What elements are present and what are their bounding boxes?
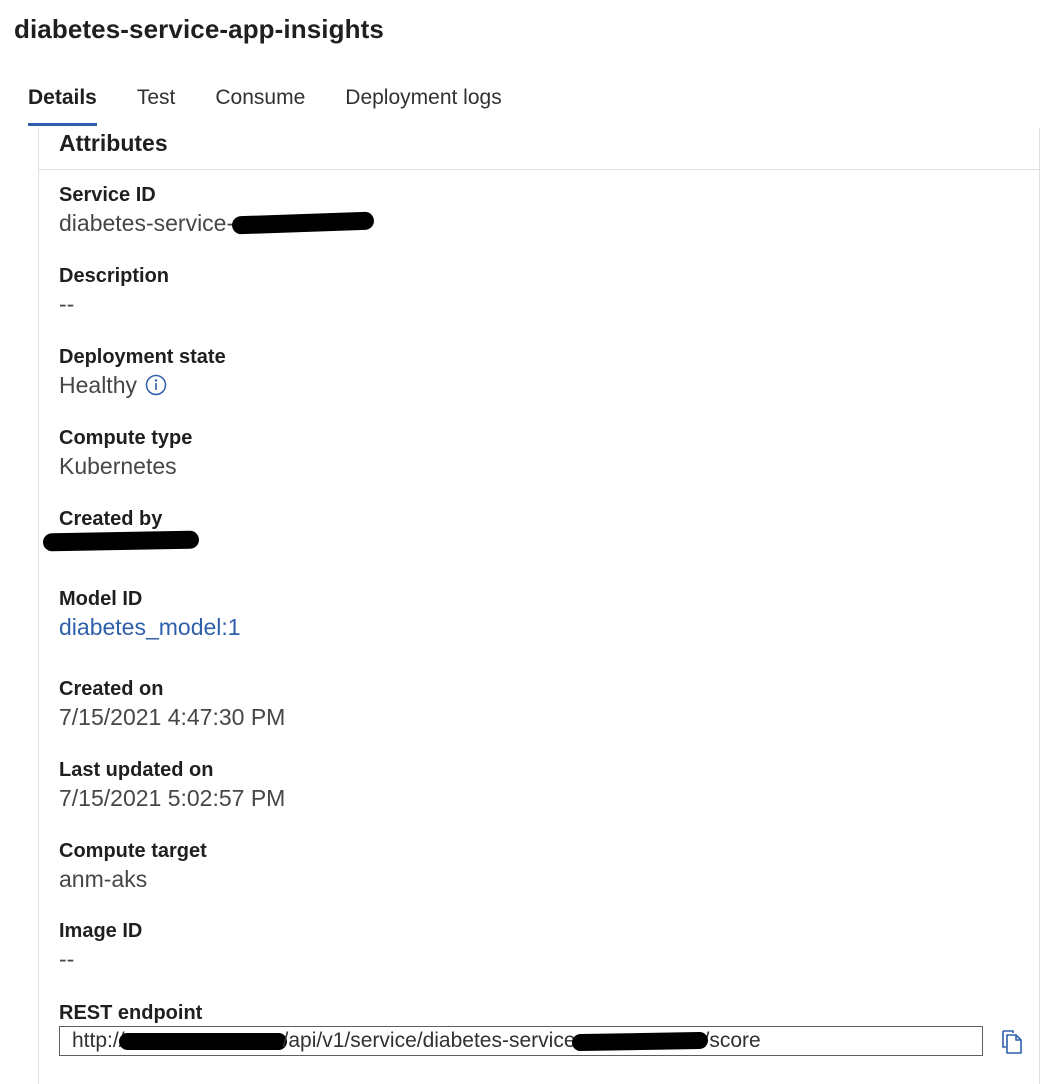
last-updated-on-label: Last updated on: [59, 759, 214, 781]
redaction-mark: [571, 1031, 708, 1052]
redaction-mark: [118, 1032, 287, 1050]
endpoint-middle: /api/v1/service/diabetes-service: [282, 1029, 576, 1052]
service-id-label: Service ID: [59, 184, 156, 206]
field-last-updated-on: Last updated on 7/15/2021 5:02:57 PM: [59, 757, 285, 813]
tab-bar: Details Test Consume Deployment logs: [28, 82, 542, 132]
field-compute-type: Compute type Kubernetes: [59, 425, 192, 481]
tab-test[interactable]: Test: [137, 82, 176, 126]
tab-consume[interactable]: Consume: [215, 82, 305, 126]
deployment-state-label: Deployment state: [59, 346, 226, 368]
redaction-mark: [231, 211, 375, 235]
last-updated-on-value: 7/15/2021 5:02:57 PM: [59, 785, 286, 811]
description-label: Description: [59, 265, 170, 287]
image-id-value: --: [59, 946, 75, 972]
description-value: --: [59, 291, 75, 317]
attributes-card: Attributes Service ID diabetes-service- …: [38, 128, 1040, 1084]
field-service-id: Service ID diabetes-service-: [59, 182, 375, 238]
field-created-by: Created by: [42, 506, 200, 552]
field-model-id: Model ID diabetes_model:1: [59, 586, 241, 642]
service-id-text: diabetes-service-: [59, 210, 235, 236]
redaction-mark: [42, 530, 200, 552]
model-id-link[interactable]: diabetes_model:1: [59, 612, 241, 642]
compute-type-value: Kubernetes: [59, 453, 177, 479]
image-id-label: Image ID: [59, 920, 143, 942]
field-created-on: Created on 7/15/2021 4:47:30 PM: [59, 676, 285, 732]
model-id-label: Model ID: [59, 588, 143, 610]
field-rest-endpoint: REST endpoint: [59, 1000, 202, 1026]
rest-endpoint-label: REST endpoint: [59, 1002, 203, 1024]
endpoint-suffix: /score: [703, 1029, 761, 1052]
field-compute-target: Compute target anm-aks: [59, 838, 207, 894]
field-image-id: Image ID --: [59, 918, 142, 974]
created-on-value: 7/15/2021 4:47:30 PM: [59, 704, 286, 730]
endpoint-prefix: http://: [72, 1029, 125, 1052]
rest-endpoint-field[interactable]: http:// /api/v1/service/diabetes-service /…: [59, 1026, 983, 1056]
tab-details[interactable]: Details: [28, 82, 97, 126]
attributes-header: Attributes: [39, 128, 1039, 170]
page-title: diabetes-service-app-insights: [14, 14, 384, 44]
copy-icon[interactable]: [999, 1027, 1025, 1055]
field-description: Description --: [59, 263, 169, 319]
field-deployment-state: Deployment state Healthy: [59, 344, 226, 400]
compute-type-label: Compute type: [59, 427, 193, 449]
page: diabetes-service-app-insights Details Te…: [0, 0, 1056, 1084]
deployment-state-text: Healthy: [59, 372, 137, 398]
deployment-state-value: Healthy: [59, 370, 226, 400]
service-id-value: diabetes-service-: [59, 208, 375, 238]
created-by-value: [42, 530, 200, 552]
info-icon[interactable]: [145, 374, 167, 396]
compute-target-label: Compute target: [59, 840, 207, 862]
compute-target-value: anm-aks: [59, 866, 148, 892]
created-on-label: Created on: [59, 678, 164, 700]
tab-deployment-logs[interactable]: Deployment logs: [345, 82, 501, 126]
created-by-label: Created by: [59, 508, 163, 530]
attributes-title: Attributes: [59, 130, 168, 156]
